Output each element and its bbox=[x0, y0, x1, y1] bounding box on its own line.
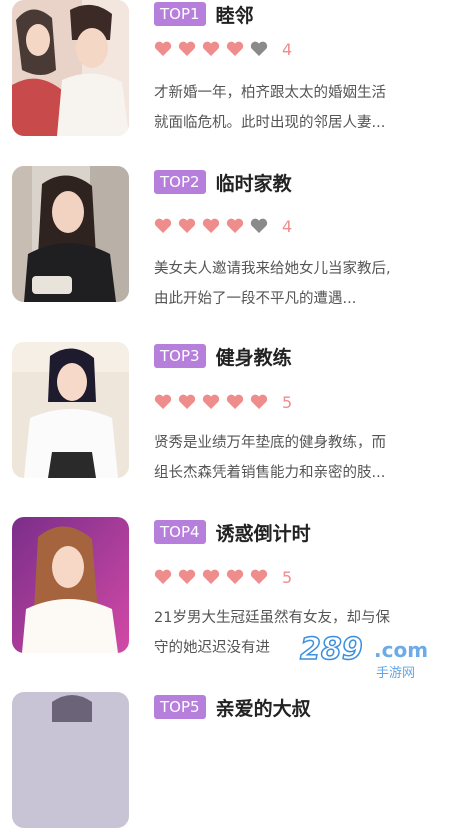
rank-badge: TOP5 bbox=[154, 695, 206, 719]
list-item[interactable]: TOP3 健身教练 5 贤秀是业绩万年垫底的健身教练，而 组长杰森凭着销售能力和… bbox=[0, 309, 450, 484]
heart-icon bbox=[250, 394, 268, 410]
rating: 5 bbox=[154, 566, 292, 588]
list-item[interactable]: TOP4 诱惑倒计时 5 21岁男大生冠廷虽然有女友，却与保 守的她迟迟没有进 bbox=[0, 484, 450, 659]
heart-icon bbox=[202, 41, 220, 57]
ranking-list: TOP1 睦邻 4 才新婚一年，柏齐跟太太的婚姻生活 就面临危机。此时出现的邻居… bbox=[0, 0, 450, 828]
item-header: TOP2 临时家教 bbox=[154, 168, 292, 196]
heart-icon bbox=[154, 218, 172, 234]
comic-title[interactable]: 诱惑倒计时 bbox=[216, 519, 311, 546]
cover-image[interactable] bbox=[12, 0, 129, 136]
cover-image[interactable] bbox=[12, 517, 129, 653]
description-line: 才新婚一年，柏齐跟太太的婚姻生活 bbox=[154, 85, 386, 101]
rating: 4 bbox=[154, 38, 292, 60]
description: 贤秀是业绩万年垫底的健身教练，而 组长杰森凭着销售能力和亲密的肢... bbox=[154, 428, 446, 488]
rating-score: 5 bbox=[282, 392, 293, 412]
heart-icon bbox=[178, 394, 196, 410]
heart-icon bbox=[178, 569, 196, 585]
rating-score: 4 bbox=[282, 216, 293, 236]
rating-score: 5 bbox=[282, 567, 293, 587]
item-header: TOP4 诱惑倒计时 bbox=[154, 518, 311, 546]
rank-badge: TOP3 bbox=[154, 344, 206, 368]
rank-badge: TOP2 bbox=[154, 170, 206, 194]
heart-icon bbox=[202, 394, 220, 410]
rank-badge: TOP4 bbox=[154, 520, 206, 544]
heart-icon bbox=[154, 394, 172, 410]
heart-icon bbox=[226, 41, 244, 57]
description-line: 21岁男大生冠廷虽然有女友，却与保 bbox=[154, 610, 390, 626]
list-item[interactable]: TOP1 睦邻 4 才新婚一年，柏齐跟太太的婚姻生活 就面临危机。此时出现的邻居… bbox=[0, 0, 450, 136]
list-item[interactable]: TOP2 临时家教 4 美女夫人邀请我来给她女儿当家教后, 由此开始了一段不平凡… bbox=[0, 134, 450, 309]
heart-empty-icon bbox=[250, 218, 268, 234]
rating: 5 bbox=[154, 391, 292, 413]
heart-icon bbox=[178, 218, 196, 234]
description: 美女夫人邀请我来给她女儿当家教后, 由此开始了一段不平凡的遭遇... bbox=[154, 254, 446, 314]
description-line: 贤秀是业绩万年垫底的健身教练，而 bbox=[154, 435, 386, 451]
cover-image[interactable] bbox=[12, 342, 129, 478]
heart-icon bbox=[202, 218, 220, 234]
heart-icon bbox=[154, 569, 172, 585]
description: 才新婚一年，柏齐跟太太的婚姻生活 就面临危机。此时出现的邻居人妻... bbox=[154, 78, 446, 138]
comic-title[interactable]: 临时家教 bbox=[216, 169, 292, 196]
item-header: TOP1 睦邻 bbox=[154, 0, 254, 28]
rank-badge: TOP1 bbox=[154, 2, 206, 26]
heart-icon bbox=[250, 569, 268, 585]
heart-icon bbox=[226, 394, 244, 410]
rating-score: 4 bbox=[282, 39, 293, 59]
heart-icon bbox=[178, 41, 196, 57]
cover-image[interactable] bbox=[12, 166, 129, 302]
heart-empty-icon bbox=[250, 41, 268, 57]
heart-icon bbox=[154, 41, 172, 57]
comic-title[interactable]: 睦邻 bbox=[216, 1, 254, 28]
comic-title[interactable]: 亲爱的大叔 bbox=[216, 694, 311, 721]
item-header: TOP3 健身教练 bbox=[154, 342, 292, 370]
item-header: TOP5 亲爱的大叔 bbox=[154, 693, 311, 721]
comic-title[interactable]: 健身教练 bbox=[216, 343, 292, 370]
rating: 4 bbox=[154, 215, 292, 237]
list-item[interactable]: TOP5 亲爱的大叔 bbox=[0, 659, 450, 834]
heart-icon bbox=[226, 218, 244, 234]
heart-icon bbox=[202, 569, 220, 585]
description: 21岁男大生冠廷虽然有女友，却与保 守的她迟迟没有进 bbox=[154, 603, 446, 663]
heart-icon bbox=[226, 569, 244, 585]
description-line: 美女夫人邀请我来给她女儿当家教后, bbox=[154, 261, 391, 277]
cover-image[interactable] bbox=[12, 692, 129, 828]
